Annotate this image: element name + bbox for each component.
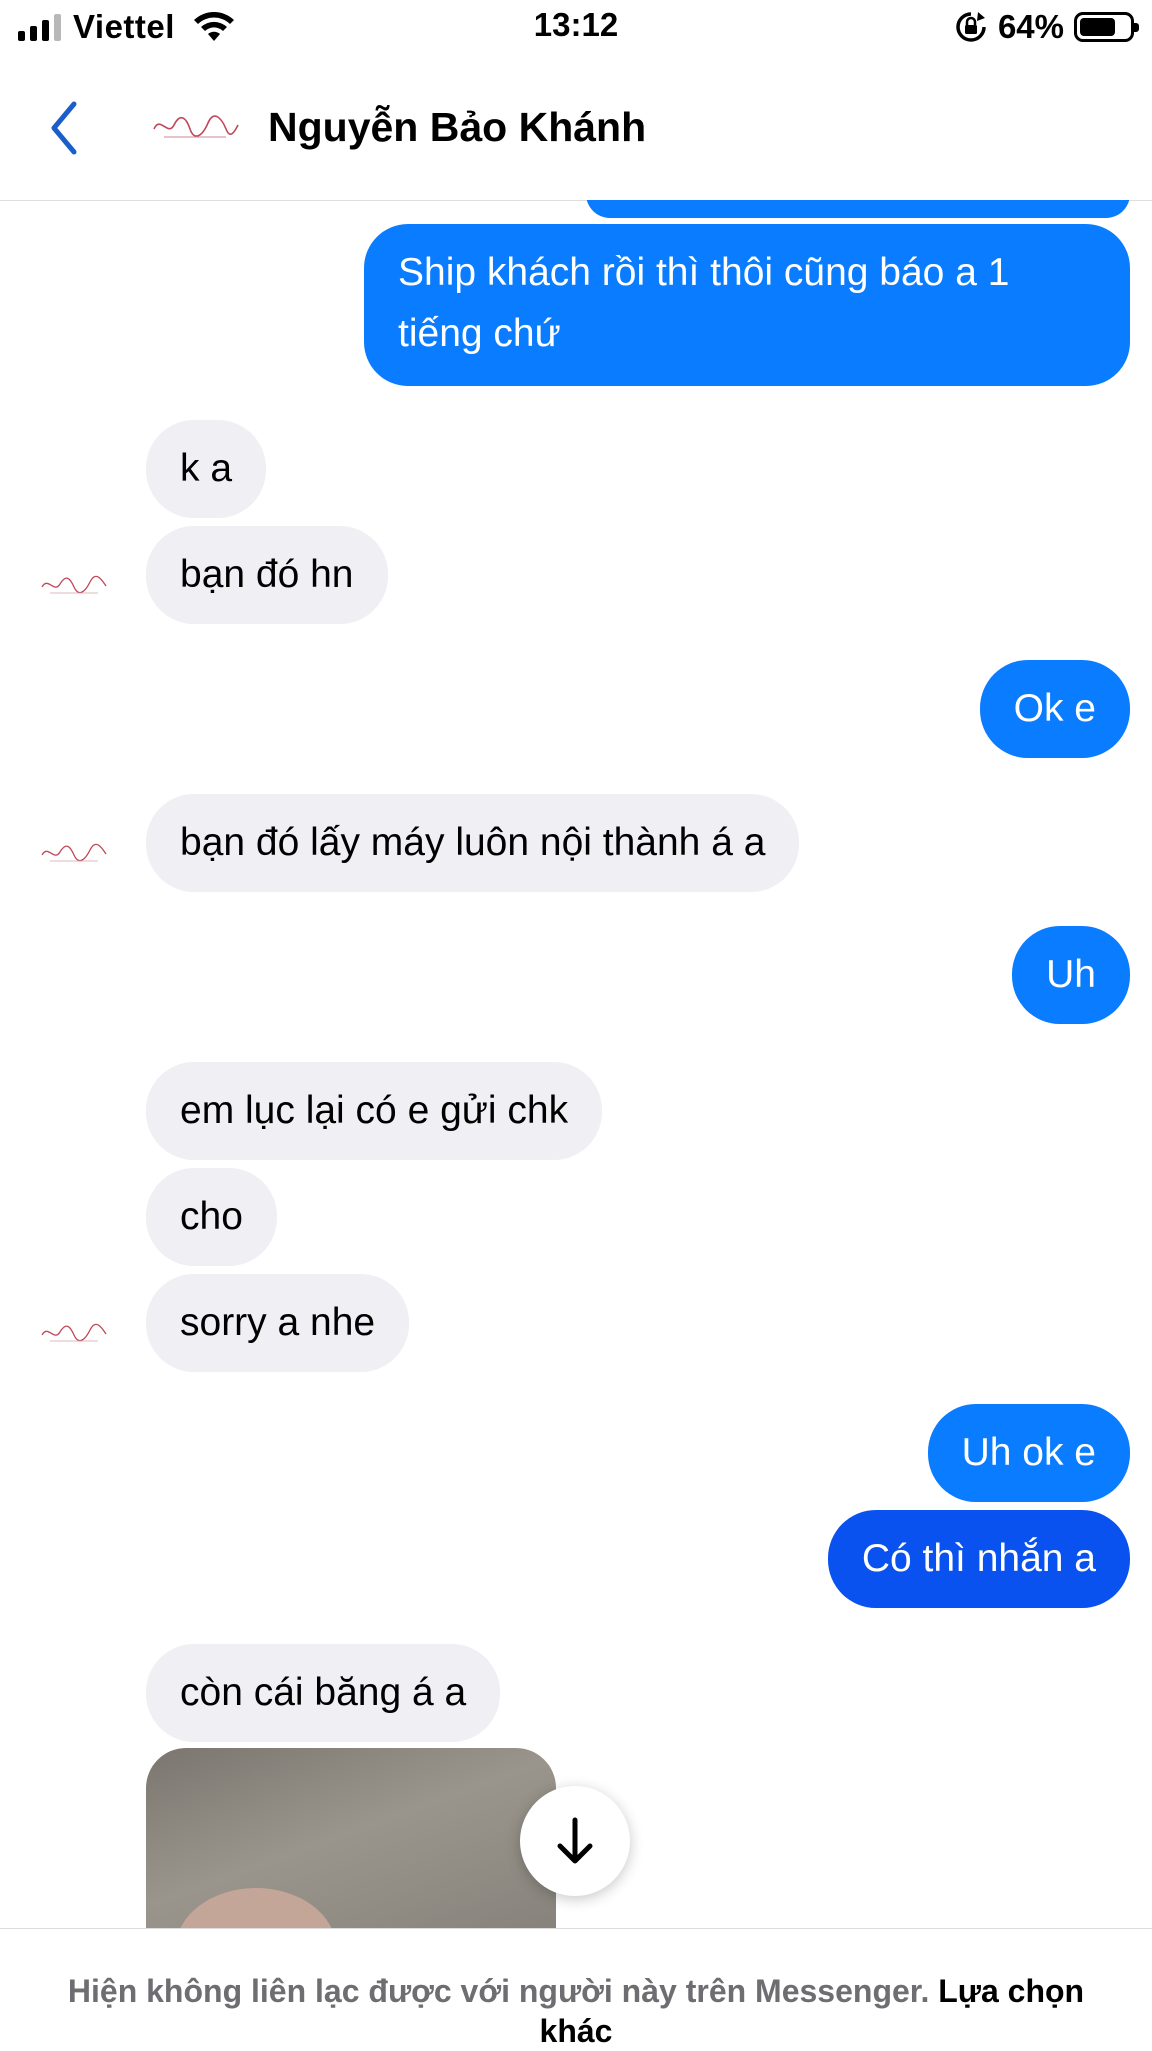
status-right: 64% [954,8,1139,46]
message-text: còn cái băng á a [180,1671,467,1714]
message-bubble-incoming[interactable]: sorry a nhe [146,1274,410,1372]
message-bubble-incoming[interactable]: bạn đó lấy máy luôn nội thành á a [146,794,800,892]
status-bar: Viettel 13:12 64% [0,0,1152,58]
contact-name[interactable]: Nguyễn Bảo Khánh [268,104,646,151]
contact-avatar[interactable] [140,92,250,162]
message-bubble-incoming[interactable]: em lục lại có e gửi chk [146,1062,603,1160]
notice-text-block: Hiện không liên lạc được với người này t… [40,1971,1112,2051]
composer-disabled-notice: Hiện không liên lạc được với người này t… [0,1928,1152,2049]
conversation-header: Nguyễn Bảo Khánh [0,58,1152,201]
sender-avatar-icon[interactable] [40,1320,108,1346]
message-text: bạn đó hn [180,553,354,596]
message-photo[interactable] [146,1748,556,1928]
message-text: cho [180,1195,243,1238]
message-text: Uh [1046,953,1096,996]
message-text: Ship khách rồi thì thôi cũng báo a 1 tiế… [398,251,1010,355]
message-list[interactable]: Ship khách rồi thì thôi cũng báo a 1 tiế… [0,200,1152,1928]
photo-content [176,1888,336,1928]
message-text: k a [180,447,233,490]
message-text: Ok e [1013,687,1096,730]
scroll-to-bottom-button[interactable] [520,1786,630,1896]
chevron-left-icon[interactable] [44,98,84,158]
battery-percent: 64% [997,8,1064,45]
message-bubble-incoming[interactable]: còn cái băng á a [146,1644,501,1742]
sender-avatar-icon[interactable] [40,840,108,866]
message-bubble-incoming[interactable]: bạn đó hn [146,526,388,624]
sender-avatar-icon[interactable] [40,572,108,598]
message-bubble-outgoing[interactable] [586,200,1130,218]
rotation-lock-icon [956,12,986,42]
battery-icon [1074,12,1139,42]
message-text: bạn đó lấy máy luôn nội thành á a [180,821,766,864]
message-bubble-outgoing[interactable]: Ok e [979,660,1130,758]
message-bubble-incoming[interactable]: k a [146,420,267,518]
message-bubble-outgoing[interactable]: Uh ok e [927,1404,1130,1502]
notice-text: Hiện không liên lạc được với người này t… [67,1973,930,2009]
avatar-logo-icon [153,115,239,138]
message-bubble-outgoing[interactable]: Ship khách rồi thì thôi cũng báo a 1 tiế… [364,224,1130,386]
message-bubble-outgoing[interactable]: Có thì nhắn a [827,1510,1130,1608]
message-text: Có thì nhắn a [861,1537,1096,1580]
arrow-down-icon [557,1817,593,1864]
message-bubble-outgoing[interactable]: Uh [1012,926,1130,1024]
message-text: Uh ok e [961,1431,1096,1474]
message-text: sorry a nhe [180,1301,376,1344]
message-text: em lục lại có e gửi chk [180,1089,569,1132]
message-bubble-incoming[interactable]: cho [146,1168,277,1266]
